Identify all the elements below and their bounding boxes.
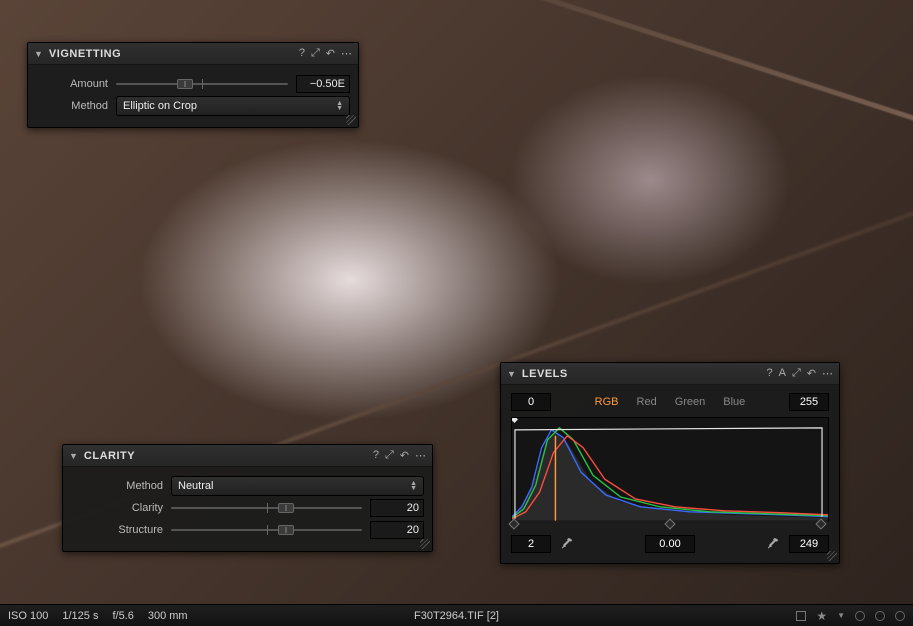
clarity-label: Clarity [71, 502, 163, 514]
channel-red[interactable]: Red [637, 396, 657, 408]
color-tag[interactable] [796, 611, 806, 621]
undo-icon[interactable]: ↶ [807, 367, 816, 380]
auto-icon[interactable]: A [779, 367, 786, 380]
status-bar: ISO 100 1/125 s f/5.6 300 mm F30T2964.TI… [0, 604, 913, 626]
method-value: Elliptic on Crop [123, 100, 197, 112]
vignetting-panel: ▼ VIGNETTING ? ⤢ ↶ ⋯ Amount −0.50E Metho… [27, 42, 359, 128]
panel-title: LEVELS [522, 368, 767, 380]
expand-icon[interactable]: ⤢ [385, 449, 394, 462]
status-aperture: f/5.6 [112, 610, 133, 622]
expand-icon[interactable]: ⤢ [792, 367, 801, 380]
select-chevron-icon: ▲▼ [336, 101, 343, 111]
menu-icon[interactable]: ⋯ [822, 367, 833, 380]
help-icon[interactable]: ? [299, 47, 305, 60]
amount-slider-thumb[interactable] [177, 79, 193, 89]
undo-icon[interactable]: ↶ [326, 47, 335, 60]
levels-handles[interactable] [511, 521, 829, 531]
disclosure-icon[interactable]: ▼ [507, 369, 516, 379]
channel-blue[interactable]: Blue [723, 396, 745, 408]
channel-tabs: RGB Red Green Blue [559, 396, 781, 408]
black-eyedropper-icon[interactable] [559, 536, 575, 552]
mid-point-handle[interactable] [664, 518, 675, 529]
input-black-value[interactable]: 0 [511, 393, 551, 411]
clarity-slider-thumb[interactable] [278, 503, 294, 513]
status-dot-1[interactable] [855, 611, 865, 621]
levels-header[interactable]: ▼ LEVELS ? A ⤢ ↶ ⋯ [501, 363, 839, 385]
select-chevron-icon: ▲▼ [410, 481, 417, 491]
method-value: Neutral [178, 480, 213, 492]
levels-panel: ▼ LEVELS ? A ⤢ ↶ ⋯ 0 RGB Red Green Blue … [500, 362, 840, 564]
white-eyedropper-icon[interactable] [765, 536, 781, 552]
panel-title: VIGNETTING [49, 48, 299, 60]
clarity-value[interactable]: 20 [370, 499, 424, 517]
white-point-handle[interactable] [815, 518, 826, 529]
histogram[interactable] [511, 417, 829, 521]
gamma-value[interactable]: 0.00 [645, 535, 695, 553]
status-filename: F30T2964.TIF [2] [414, 610, 499, 622]
channel-rgb[interactable]: RGB [595, 396, 619, 408]
amount-value[interactable]: −0.50E [296, 75, 350, 93]
expand-icon[interactable]: ⤢ [311, 47, 320, 60]
resize-grip[interactable] [346, 115, 356, 125]
menu-icon[interactable]: ⋯ [341, 47, 352, 60]
output-white-value[interactable]: 249 [789, 535, 829, 553]
clarity-header[interactable]: ▼ CLARITY ? ⤢ ↶ ⋯ [63, 445, 432, 467]
undo-icon[interactable]: ↶ [400, 449, 409, 462]
black-point-handle[interactable] [509, 518, 520, 529]
rating-star-icon[interactable]: ★ [816, 609, 827, 623]
method-label: Method [36, 100, 108, 112]
status-focal: 300 mm [148, 610, 188, 622]
channel-green[interactable]: Green [675, 396, 706, 408]
clarity-slider[interactable] [171, 501, 362, 515]
rating-chevron-icon[interactable]: ▼ [837, 611, 845, 620]
resize-grip[interactable] [827, 551, 837, 561]
clarity-panel: ▼ CLARITY ? ⤢ ↶ ⋯ Method Neutral ▲▼ Clar… [62, 444, 433, 552]
status-dot-3[interactable] [895, 611, 905, 621]
structure-slider-thumb[interactable] [278, 525, 294, 535]
input-white-value[interactable]: 255 [789, 393, 829, 411]
help-icon[interactable]: ? [767, 367, 773, 380]
help-icon[interactable]: ? [373, 449, 379, 462]
structure-label: Structure [71, 524, 163, 536]
structure-value[interactable]: 20 [370, 521, 424, 539]
resize-grip[interactable] [420, 539, 430, 549]
status-shutter: 1/125 s [62, 610, 98, 622]
clarity-method-select[interactable]: Neutral ▲▼ [171, 476, 424, 496]
method-label: Method [71, 480, 163, 492]
amount-slider[interactable] [116, 77, 288, 91]
disclosure-icon[interactable]: ▼ [34, 49, 43, 59]
output-black-value[interactable]: 2 [511, 535, 551, 553]
menu-icon[interactable]: ⋯ [415, 449, 426, 462]
method-select[interactable]: Elliptic on Crop ▲▼ [116, 96, 350, 116]
structure-slider[interactable] [171, 523, 362, 537]
panel-title: CLARITY [84, 450, 373, 462]
vignetting-header[interactable]: ▼ VIGNETTING ? ⤢ ↶ ⋯ [28, 43, 358, 65]
status-dot-2[interactable] [875, 611, 885, 621]
disclosure-icon[interactable]: ▼ [69, 451, 78, 461]
status-iso: ISO 100 [8, 610, 48, 622]
amount-label: Amount [36, 78, 108, 90]
